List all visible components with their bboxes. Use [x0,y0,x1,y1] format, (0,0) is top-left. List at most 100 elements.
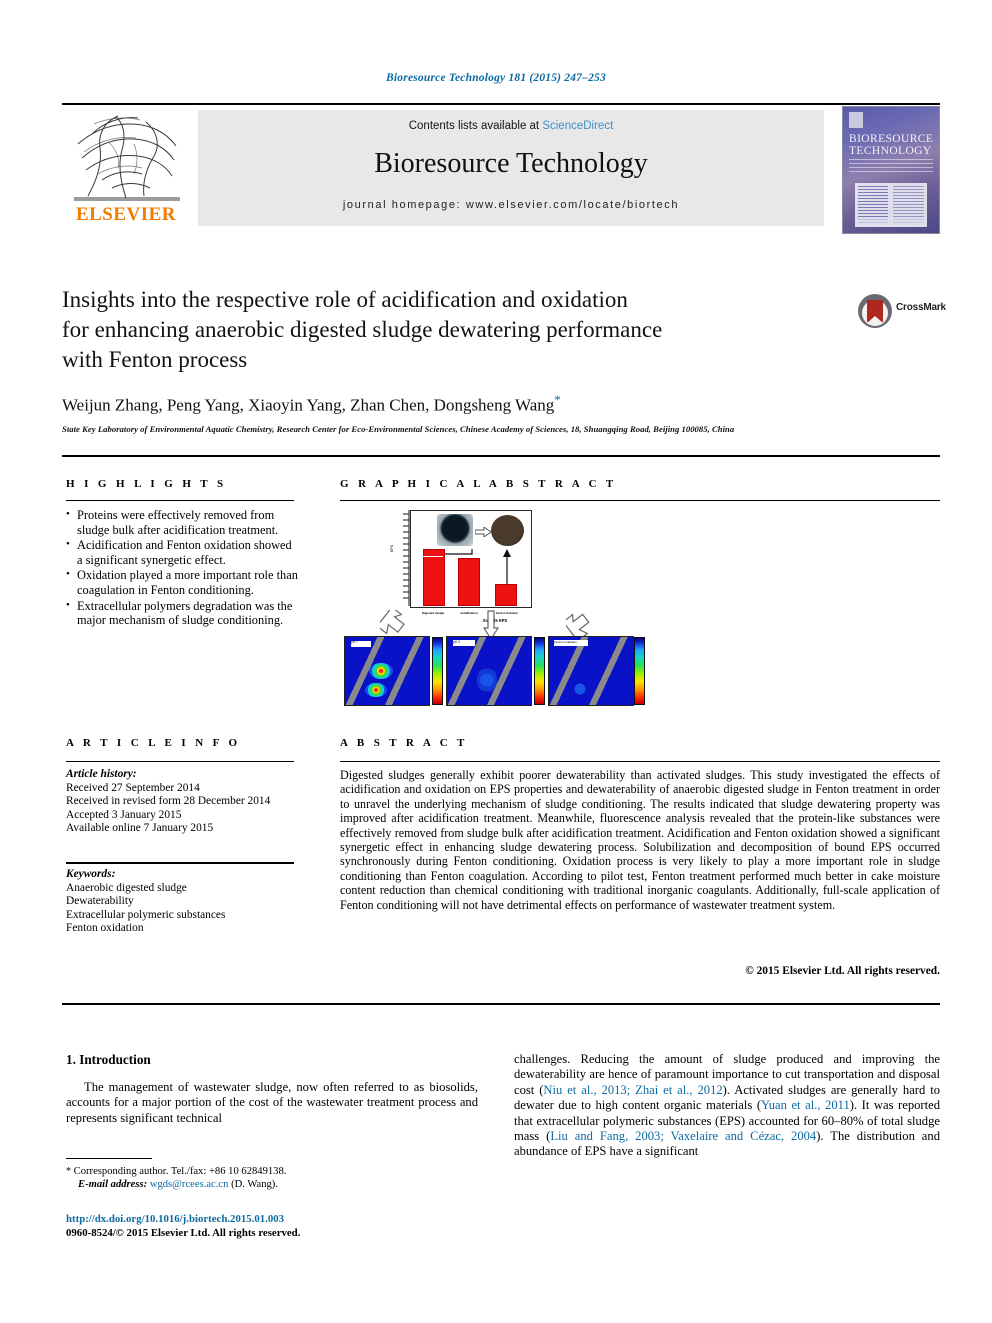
history-item: Received 27 September 2014 [66,781,200,794]
contents-prefix: Contents lists available at [408,120,543,132]
journal-cover-thumbnail: BIORESOURCE TECHNOLOGY [842,106,940,234]
citation-link-1[interactable]: Niu et al., 2013; Zhai et al., 2012 [543,1083,722,1097]
cover-footer-lines [857,219,925,227]
list-item: Extracellular polymers degradation was t… [66,598,298,628]
ga-bar-1 [423,549,445,606]
list-item: Oxidation played a more important role t… [66,567,298,597]
article-title-line1: Insights into the respective role of aci… [62,287,628,312]
corresponding-author-marker: * [554,392,561,407]
sciencedirect-link[interactable]: ScienceDirect [542,120,613,132]
ga-eem-panel-1: pH 7 [344,636,430,706]
article-info-heading: A R T I C L E I N F O [66,737,241,749]
ga-bar-3 [495,584,517,606]
body-right-column: challenges. Reducing the amount of sludg… [514,1052,940,1160]
contents-available-line: Contents lists available at ScienceDirec… [198,120,824,132]
graphical-abstract-rule [340,500,940,501]
ga-eem-panel-2: pH 3 [446,636,532,706]
highlights-rule [66,500,294,501]
intro-paragraph-right: challenges. Reducing the amount of sludg… [514,1052,940,1160]
ga-arrow-left-icon [380,610,405,635]
ga-y-axis [403,510,410,606]
footnote-email-label: E-mail address: [78,1179,148,1191]
cover-title: BIORESOURCE TECHNOLOGY [849,133,933,157]
crossmark-icon [858,294,892,328]
doi-link[interactable]: http://dx.doi.org/10.1016/j.biortech.201… [66,1213,486,1227]
keywords-label: Keywords: [66,868,116,880]
ga-colorbar-1 [432,637,443,705]
footer-doi-block: http://dx.doi.org/10.1016/j.biortech.201… [66,1213,486,1240]
list-item: Proteins were effectively removed from s… [66,507,298,537]
article-title-block: Insights into the respective role of aci… [62,285,852,375]
ga-cake-photo [491,515,524,546]
citation-link-3[interactable]: Liu and Fang, 2003; Vaxelaire and Cézac,… [550,1129,816,1143]
ga-xtick-2: Acidification [460,611,478,615]
abstract-text: Digested sludges generally exhibit poore… [340,768,940,912]
ga-bar-2 [458,558,480,606]
history-item: Received in revised form 28 December 201… [66,795,271,808]
ga-colorbar-2 [534,637,545,705]
masthead-top-rule [62,103,940,105]
keyword-item: Fenton oxidation [66,922,144,935]
section-divider-top [62,455,940,457]
footnote-block: * Corresponding author. Tel./fax: +86 10… [66,1165,478,1192]
footnote-email-link[interactable]: wgds@rcees.ac.cn [150,1179,229,1190]
ga-bar-chart: Digested sludge Acidification Fenton Sol… [410,510,532,615]
footnote-rule [66,1158,152,1160]
ga-up-arrow-icon [503,549,511,585]
issn-copyright: 0960-8524/© 2015 Elsevier Ltd. All right… [66,1226,301,1239]
footnote-marker: * [66,1166,71,1177]
keyword-item: Extracellular polymeric substances [66,908,226,921]
ga-eem-label-1: pH 7 [351,640,358,644]
crossmark-badge[interactable]: CrossMark [858,292,946,336]
running-head: Bioresource Technology 181 (2015) 247–25… [386,72,606,84]
footnote-corresponding: * Corresponding author. Tel./fax: +86 10… [66,1165,478,1178]
author-list: Weijun Zhang, Peng Yang, Xiaoyin Yang, Z… [62,392,882,416]
ga-eem-label-3: Fenton oxidation [554,640,577,644]
cover-elsevier-icon [849,112,863,128]
crossmark-label: CrossMark [896,302,946,313]
author-names: Weijun Zhang, Peng Yang, Xiaoyin Yang, Z… [62,395,555,415]
highlights-heading: H I G H L I G H T S [66,478,227,490]
article-history-label: Article history: [66,768,137,780]
footnote-email-suffix: (D. Wang). [231,1179,278,1191]
article-title: Insights into the respective role of aci… [62,285,852,375]
elsevier-tree-icon [74,115,180,201]
intro-paragraph-left: The management of wastewater sludge, now… [66,1080,478,1125]
elsevier-logo: ELSEVIER [62,108,190,230]
citation-link-2[interactable]: Yuan et al., 2011 [761,1098,850,1112]
keywords-block: Keywords: Anaerobic digested sludge Dewa… [66,868,302,936]
journal-masthead: ELSEVIER Contents lists available at Sci… [62,106,940,234]
journal-homepage-link[interactable]: journal homepage: www.elsevier.com/locat… [198,199,824,211]
cover-title-line1: BIORESOURCE [849,133,934,145]
article-info-rule [66,761,294,762]
ga-colorbar-3 [634,637,645,705]
highlights-list: Proteins were effectively removed from s… [66,507,298,629]
ga-arrow-right-icon [566,613,590,638]
article-title-line3: with Fenton process [62,347,248,372]
history-item: Available online 7 January 2015 [66,822,214,835]
abstract-copyright: © 2015 Elsevier Ltd. All rights reserved… [745,965,940,977]
graphical-abstract-figure: Digested sludge Acidification Fenton Sol… [340,506,645,706]
footnote-corresponding-text: Corresponding author. Tel./fax: +86 10 6… [73,1166,287,1177]
body-left-column: 1. Introduction The management of wastew… [66,1052,478,1126]
journal-title: Bioresource Technology [374,148,648,179]
ga-sludge-photo [437,514,473,546]
ga-eem-panel-3: Fenton oxidation [548,636,634,706]
article-title-line2: for enhancing anaerobic digested sludge … [62,317,663,342]
keyword-item: Anaerobic digested sludge [66,881,187,894]
footnote-email-line: E-mail address: wgds@rcees.ac.cn (D. Wan… [66,1178,478,1191]
history-item: Accepted 3 January 2015 [66,808,182,821]
ga-eem-label-2: pH 3 [453,640,460,644]
section-divider-bottom [62,1003,940,1005]
cover-subtitle-lines [849,159,933,175]
ga-y-axis-label: EPS [390,544,394,552]
ga-photo-arrow-icon [475,527,491,537]
graphical-abstract-heading: G R A P H I C A L A B S T R A C T [340,478,617,490]
elsevier-wordmark: ELSEVIER [75,204,177,225]
list-item: Acidification and Fenton oxidation showe… [66,537,298,567]
article-history: Article history: Received 27 September 2… [66,768,302,836]
keyword-item: Dewaterability [66,895,134,908]
journal-info-box: Contents lists available at ScienceDirec… [198,110,824,226]
ga-xtick-1: Digested sludge [421,611,445,615]
abstract-heading: A B S T R A C T [340,737,468,749]
